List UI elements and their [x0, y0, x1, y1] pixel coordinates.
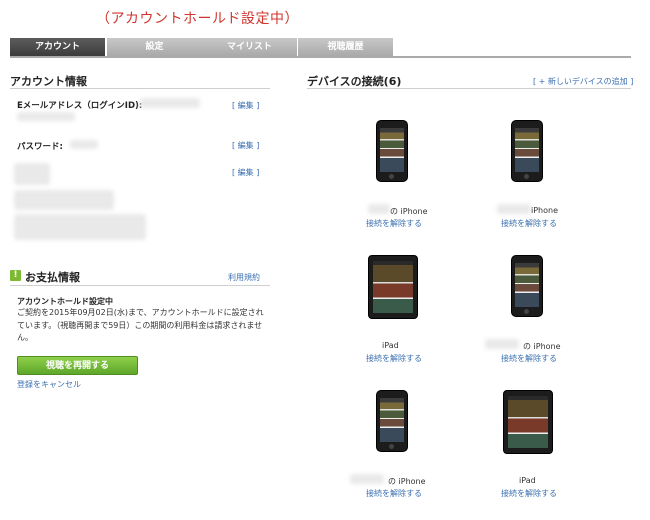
cancel-subscription-link[interactable]: 登録をキャンセル [17, 379, 81, 390]
account-divider [10, 88, 270, 89]
iphone-icon [511, 120, 543, 182]
disconnect-device-link[interactable]: 接続を解除する [366, 353, 422, 364]
info-redacted-3 [14, 214, 146, 240]
iphone-icon [511, 255, 543, 317]
account-hold-banner: （アカウントホールド設定中） [96, 11, 299, 27]
payment-info-title: お支払情報 [25, 271, 80, 284]
password-label: パスワード: [17, 142, 63, 152]
edit-password-link[interactable]: [ 編集 ] [232, 140, 259, 151]
email-value-redacted-line2 [17, 112, 75, 121]
info-redacted-1 [14, 163, 50, 185]
resume-viewing-button[interactable]: 視聴を再開する [17, 356, 138, 375]
device-owner-redacted [350, 474, 384, 484]
edit-email-link[interactable]: [ 編集 ] [232, 100, 259, 111]
add-device-link[interactable]: [ + 新しいデバイスの追加 ] [533, 76, 633, 87]
ipad-icon [503, 390, 553, 454]
iphone-icon [376, 390, 408, 452]
devices-title: デバイスの接続(6) [307, 75, 402, 88]
disconnect-device-link[interactable]: 接続を解除する [501, 353, 557, 364]
disconnect-device-link[interactable]: 接続を解除する [501, 488, 557, 499]
device-name: iPad [382, 341, 399, 350]
devices-divider [307, 88, 631, 89]
disconnect-device-link[interactable]: 接続を解除する [366, 218, 422, 229]
device-owner-redacted [497, 204, 531, 214]
hold-status-description: ご契約を2015年09月02日(水)まで、アカウントホールドに設定されています。… [17, 308, 264, 342]
device-name: iPad [519, 476, 536, 485]
tab-settings[interactable]: 設定 [107, 38, 202, 56]
device-name: の iPhone [523, 342, 561, 351]
email-value-redacted [140, 98, 200, 108]
password-value-redacted [70, 140, 98, 149]
hold-status-title: アカウントホールド設定中 [17, 297, 113, 306]
tab-history[interactable]: 視聴履歴 [298, 38, 393, 56]
terms-link[interactable]: 利用規約 [228, 272, 260, 283]
payment-divider [10, 285, 270, 286]
device-owner-redacted [368, 204, 390, 214]
ipad-icon [368, 255, 418, 319]
tab-account[interactable]: アカウント [10, 38, 105, 56]
tab-mylist[interactable]: マイリスト [202, 38, 297, 56]
info-redacted-2 [14, 190, 114, 210]
tab-bar: アカウント 設定 マイリスト 視聴履歴 [10, 38, 631, 58]
device-name: の iPhone [390, 207, 428, 216]
device-name: の iPhone [388, 477, 426, 486]
account-info-title: アカウント情報 [10, 75, 87, 88]
disconnect-device-link[interactable]: 接続を解除する [501, 218, 557, 229]
alert-icon: ! [10, 270, 21, 281]
iphone-icon [376, 120, 408, 182]
disconnect-device-link[interactable]: 接続を解除する [366, 488, 422, 499]
device-owner-redacted [485, 339, 519, 349]
edit-info-link[interactable]: [ 編集 ] [232, 167, 259, 178]
device-name: iPhone [531, 206, 559, 215]
email-label: Eメールアドレス（ログインID): [17, 101, 143, 111]
